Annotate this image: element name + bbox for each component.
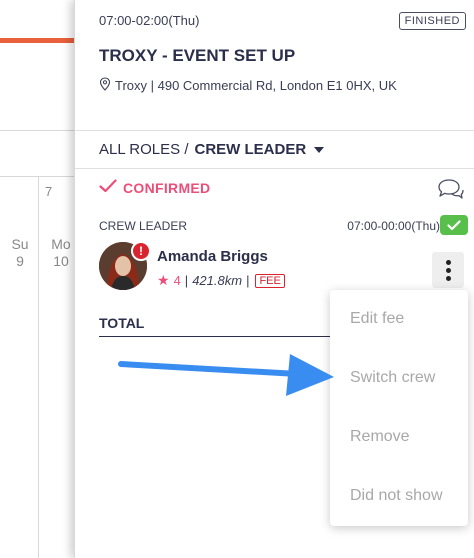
all-roles-link[interactable]: ALL ROLES / xyxy=(99,141,189,158)
meta-separator: | xyxy=(184,273,189,288)
event-time: 07:00-02:00(Thu) xyxy=(99,13,200,28)
checkmark-icon xyxy=(99,179,117,196)
event-location: Troxy | 490 Commercial Rd, London E1 0HX… xyxy=(99,77,397,94)
calendar-divider xyxy=(0,176,74,177)
fee-badge: FEE xyxy=(255,273,285,288)
divider xyxy=(75,168,474,169)
day-name: Su xyxy=(11,236,29,252)
caret-down-icon[interactable] xyxy=(314,146,325,153)
day-date: 9 xyxy=(16,253,24,269)
calendar-divider xyxy=(0,130,74,131)
meta-separator: | xyxy=(246,273,250,288)
location-text: Troxy | 490 Commercial Rd, London E1 0HX… xyxy=(115,78,397,93)
dot xyxy=(445,275,451,281)
roles-filter[interactable]: ALL ROLES / CREW LEADER xyxy=(99,141,325,158)
star-icon: ★ xyxy=(157,272,170,288)
status-badge: FINISHED xyxy=(398,12,466,30)
confirmed-status: CONFIRMED xyxy=(99,179,210,196)
chat-bubbles-icon[interactable] xyxy=(436,178,464,205)
map-pin-icon xyxy=(99,77,111,94)
crew-meta: ★ 4 | 421.8km | FEE xyxy=(157,272,285,289)
calendar-day-sunday[interactable]: Su 9 xyxy=(8,236,32,270)
crew-name[interactable]: Amanda Briggs xyxy=(157,248,268,265)
alert-badge: ! xyxy=(131,241,151,261)
week-number: 7 xyxy=(45,184,53,199)
crew-rating: 4 xyxy=(173,273,181,288)
crew-distance: 421.8km xyxy=(192,273,243,288)
confirmed-check-icon xyxy=(440,215,468,235)
menu-item-remove[interactable]: Remove xyxy=(350,428,410,446)
total-label: TOTAL xyxy=(99,315,145,331)
total-underline xyxy=(99,336,339,337)
crew-role-label: CREW LEADER xyxy=(99,219,188,233)
divider xyxy=(75,130,474,131)
calendar-event-bar[interactable] xyxy=(0,38,74,43)
menu-item-did-not-show[interactable]: Did not show xyxy=(350,487,443,505)
crew-shift-time: 07:00-00:00(Thu) xyxy=(347,219,440,233)
dot xyxy=(445,267,451,273)
day-date: 10 xyxy=(53,253,69,269)
day-name: Mo xyxy=(51,236,71,252)
menu-item-edit-fee[interactable]: Edit fee xyxy=(350,310,404,328)
calendar-divider xyxy=(38,176,39,558)
calendar-background: 7 Su 9 Mo 10 xyxy=(0,0,80,558)
selected-role-dropdown[interactable]: CREW LEADER xyxy=(195,141,307,158)
event-title: TROXY - EVENT SET UP xyxy=(99,46,296,65)
calendar-day-monday[interactable]: Mo 10 xyxy=(48,236,74,270)
confirmed-label: CONFIRMED xyxy=(123,179,211,196)
crew-options-menu: Edit fee Switch crew Remove Did not show xyxy=(330,290,468,526)
pointer-arrow-icon xyxy=(118,346,338,405)
dot xyxy=(445,259,451,265)
more-options-button[interactable] xyxy=(432,252,464,288)
menu-item-switch-crew[interactable]: Switch crew xyxy=(350,369,435,387)
